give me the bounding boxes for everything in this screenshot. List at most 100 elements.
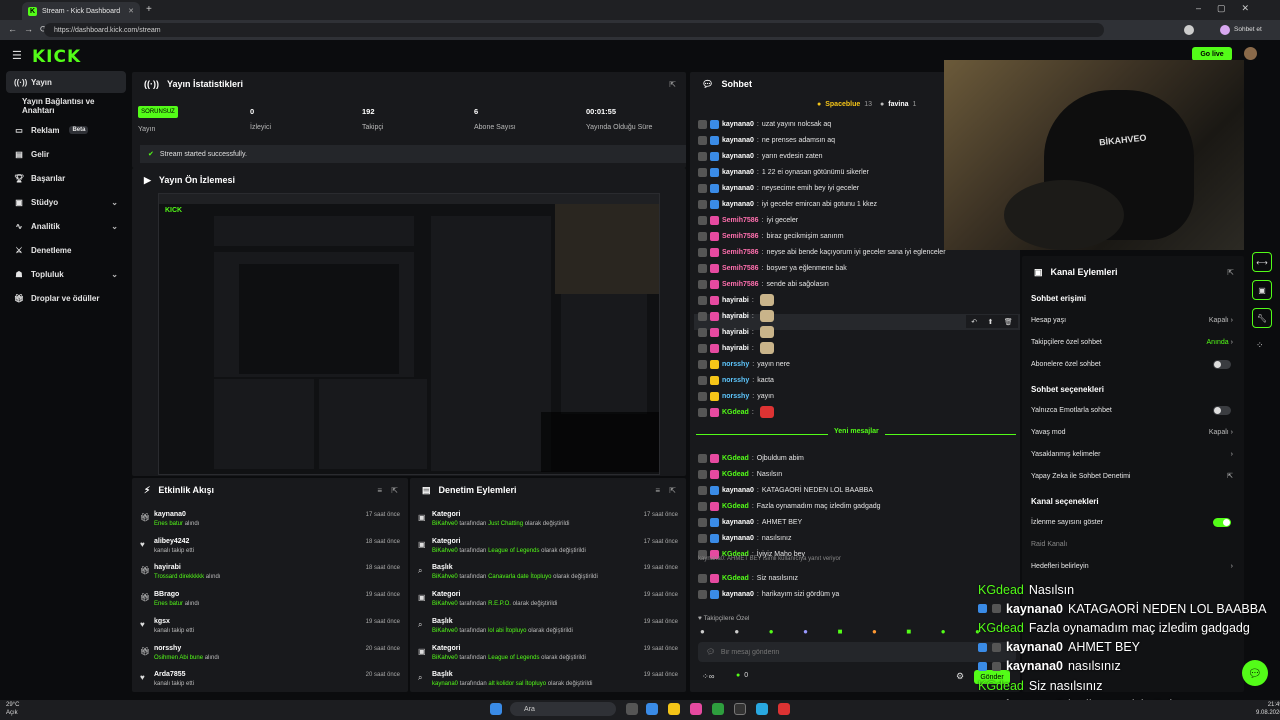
chat-message[interactable]: hayirabi: (698, 309, 774, 323)
popout-icon[interactable]: ⇱ (391, 486, 398, 495)
shield-tool-icon[interactable]: ▣ (1252, 280, 1272, 300)
users-tool-icon[interactable]: ⁘ (1256, 340, 1264, 351)
filter-icon[interactable]: ≡ (377, 486, 382, 495)
message-actions[interactable]: ↶ ⬆ 🗑︎ (966, 315, 1018, 328)
popout-icon[interactable]: ⇱ (669, 486, 676, 495)
mod-action-row[interactable]: ▣ Kategori BiKahve0 tarafından League of… (410, 532, 686, 559)
sidebar-item-stream[interactable]: ((·)) Yayın (6, 71, 126, 93)
mod-action-row[interactable]: ⌕ Başlık BiKahve0 tarafından lol abi İto… (410, 612, 686, 639)
go-live-button[interactable]: Go live (1192, 47, 1232, 61)
menu-icon[interactable]: ☰ (12, 49, 22, 62)
chat-message[interactable]: kaynana0: yarın evdesin zaten (698, 149, 823, 163)
preview-video[interactable]: KICK (158, 193, 660, 475)
chat-message[interactable]: KGdead: Siz nasılsınız (698, 571, 798, 585)
chat-username[interactable]: hayirabi (722, 345, 749, 352)
sidebar-item-moderation[interactable]: ⚔︎ Denetleme (6, 239, 126, 261)
chat-username[interactable]: KGdead (722, 503, 749, 510)
activity-row[interactable]: ♥ Arda7855 kanalı takip etti 20 saat önc… (132, 665, 408, 692)
url-field[interactable]: https://dashboard.kick.com/stream (44, 23, 1104, 37)
chat-message[interactable]: kaynana0: 1 22 ei oynasan götünümü siker… (698, 165, 869, 179)
slow-mode-row[interactable]: Yavaş mod Kapalı › (1031, 424, 1237, 440)
chat-message[interactable]: norsshy: yayın nere (698, 357, 790, 371)
chat-message[interactable]: kaynana0: harikayım sizi gördüm ya (698, 587, 839, 601)
chat-message[interactable]: KGdead: (698, 405, 774, 419)
chat-username[interactable]: kaynana0 (722, 535, 754, 542)
chat-username[interactable]: norsshy (722, 377, 749, 384)
filter-icon[interactable]: ≡ (655, 486, 660, 495)
sidebar-item-community[interactable]: ☗ Topluluk ⌄ (6, 263, 126, 285)
copilot-icon[interactable] (1220, 25, 1230, 35)
chat-message[interactable]: kaynana0: uzat yayını nolcsak aq (698, 117, 831, 131)
mod-action-row[interactable]: ▣ Kategori BiKahve0 tarafından R.E.P.O. … (410, 585, 686, 612)
kick-logo[interactable]: KICK (32, 47, 81, 67)
chat-message[interactable]: hayirabi: (698, 293, 774, 307)
chat-username[interactable]: hayirabi (722, 313, 749, 320)
chat-message[interactable]: hayirabi: (698, 325, 774, 339)
chat-message[interactable]: KGdead: Fazla oynamadım maç izledim gadg… (698, 499, 881, 513)
emotes-only-row[interactable]: Yalnızca Emotlarla sohbet (1031, 402, 1237, 418)
chat-message[interactable]: kaynana0: KATAGAORİ NEDEN LOL BAABBA (698, 483, 873, 497)
show-viewers-toggle[interactable] (1213, 517, 1231, 527)
chat-username[interactable]: kaynana0 (722, 487, 754, 494)
chat-username[interactable]: Semih7586 (722, 265, 759, 272)
sidebar-item-drops[interactable]: 🎁︎ Droplar ve ödüller (6, 287, 126, 309)
emotes-only-toggle[interactable] (1213, 405, 1231, 415)
chat-username[interactable]: KGdead (722, 455, 749, 462)
pin-icon[interactable]: ⬆ (988, 318, 994, 326)
chat-username[interactable]: hayirabi (722, 329, 749, 336)
reply-icon[interactable]: ↶ (971, 318, 977, 326)
chat-username[interactable]: hayirabi (722, 297, 749, 304)
chat-message[interactable]: KGdead: Nasılsın (698, 467, 782, 481)
chat-username[interactable]: kaynana0 (722, 121, 754, 128)
explorer-icon[interactable] (668, 703, 680, 715)
sidebar-item-achievements[interactable]: 🏆︎ Başarılar (6, 167, 126, 189)
chat-message[interactable]: Semih7586: boşver ya eğlenmene bak (698, 261, 847, 275)
chat-username[interactable]: kaynana0 (722, 201, 754, 208)
activity-row[interactable]: ♥ kgsx kanalı takip etti 19 saat önce (132, 612, 408, 639)
emote-bar[interactable]: ● ● ● ● ■ ● ■ ● ● (700, 627, 980, 639)
obs-icon[interactable] (778, 703, 790, 715)
activity-row[interactable]: 🎁︎ kaynana0 Enes batur alındı 17 saat ön… (132, 505, 408, 532)
chat-username[interactable]: KGdead (722, 471, 749, 478)
subs-only-row[interactable]: Abonelere özel sohbet (1031, 356, 1237, 372)
mod-action-row[interactable]: ⌕ Başlık BiKahve0 tarafından Canavarla d… (410, 558, 686, 585)
users-icon[interactable]: ⁘∞ (702, 672, 714, 681)
mod-action-row[interactable]: ▣ Kategori BiKahve0 tarafından Just Chat… (410, 505, 686, 532)
close-tab-icon[interactable]: ✕ (128, 7, 134, 15)
followers-only-row[interactable]: Takipçilere özel sohbet Anında › (1031, 334, 1237, 350)
chat-message[interactable]: KGdead: Ojbuldum abim (698, 451, 804, 465)
chat-message[interactable]: hayirabi: (698, 341, 774, 355)
chat-message[interactable]: Semih7586: neyse abi bende kaçıyorum iyi… (698, 245, 946, 259)
sidebar-item-stream-key[interactable]: Yayın Bağlantısı ve Anahtarı (6, 95, 126, 117)
subs-only-toggle[interactable] (1213, 359, 1231, 369)
chat-username[interactable]: kaynana0 (722, 169, 754, 176)
ai-moderation-row[interactable]: Yapay Zeka ile Sohbet Denetimi ⇱ (1031, 468, 1237, 484)
delete-icon[interactable]: 🗑︎ (1004, 318, 1013, 326)
chat-message[interactable]: norsshy: kacta (698, 373, 774, 387)
weather-widget[interactable]: 29°C Açık (6, 701, 19, 717)
sidebar-item-studio[interactable]: ▣ Stüdyo ⌄ (6, 191, 126, 213)
chat-username[interactable]: norsshy (722, 361, 749, 368)
chat-message[interactable]: kaynana0: neysecime emih bey iyi geceler (698, 181, 859, 195)
chat-message[interactable]: kaynana0: nasılsınız (698, 531, 791, 545)
app-icon[interactable] (734, 703, 746, 715)
goals-row[interactable]: Hedefleri belirleyin › (1031, 558, 1237, 574)
chat-message[interactable]: kaynana0: AHMET BEY (698, 515, 802, 529)
chat-username[interactable]: kaynana0 (722, 591, 754, 598)
activity-row[interactable]: 🎁︎ hayirabi Trossard direkkkkk alındı 18… (132, 558, 408, 585)
chat-message[interactable]: Semih7586: iyi geceler (698, 213, 798, 227)
user-avatar[interactable] (1244, 47, 1257, 60)
chat-input[interactable]: 💬︎ (698, 642, 1016, 662)
chat-message[interactable]: Semih7586: biraz gecikmişim sanırım (698, 229, 844, 243)
activity-row[interactable]: 🎁︎ norsshy Osihmen Abi bune alındı 20 sa… (132, 639, 408, 666)
chat-username[interactable]: Semih7586 (722, 249, 759, 256)
chat-fab-button[interactable]: 💬︎ (1242, 660, 1268, 686)
chat-username[interactable]: KGdead (722, 409, 749, 416)
chat-username[interactable]: kaynana0 (722, 137, 754, 144)
popout-icon[interactable]: ⇱ (1227, 268, 1234, 277)
chat-username[interactable]: Semih7586 (722, 217, 759, 224)
chat-username[interactable]: kaynana0 (722, 185, 754, 192)
chat-username[interactable]: Semih7586 (722, 233, 759, 240)
profile-avatar[interactable] (1184, 25, 1194, 35)
copilot-taskbar-icon[interactable] (646, 703, 658, 715)
